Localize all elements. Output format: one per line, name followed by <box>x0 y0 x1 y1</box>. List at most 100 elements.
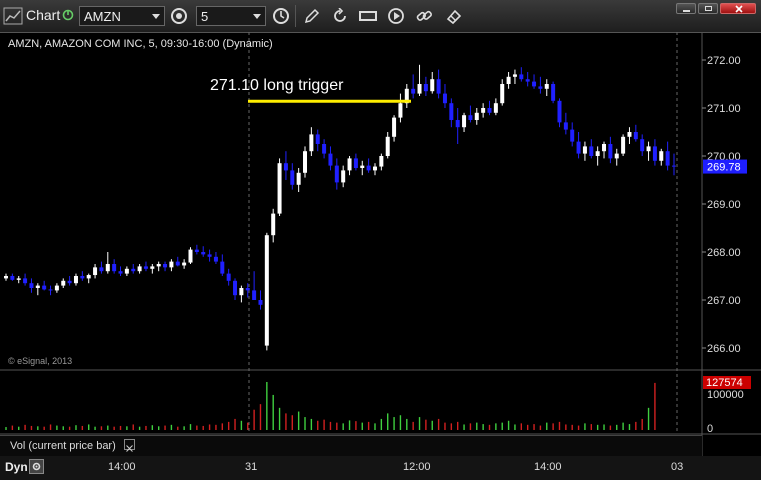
candle-body <box>296 172 301 185</box>
candle-body <box>430 79 435 92</box>
eraser-icon[interactable] <box>444 6 464 26</box>
candle-body <box>334 165 339 183</box>
price-axis-label: 271.00 <box>707 103 741 115</box>
link-chain-icon[interactable] <box>414 6 434 26</box>
candle-body <box>29 283 34 288</box>
interval-settings-icon[interactable] <box>169 6 189 26</box>
candle-body <box>455 120 460 128</box>
candle-body <box>392 117 397 137</box>
price-axis-label: 266.00 <box>707 343 741 355</box>
candle-body <box>156 264 161 267</box>
candle-body <box>188 249 193 263</box>
volume-axis: 127574 100000 0 <box>703 376 751 435</box>
candle-body <box>544 84 549 89</box>
chevron-down-icon[interactable] <box>152 14 160 19</box>
candle-body <box>627 132 632 137</box>
candle-body <box>201 252 206 255</box>
chart-toolbar: Chart AMZN 5 <box>0 0 761 33</box>
candle-body <box>309 134 314 152</box>
candle-body <box>532 81 537 87</box>
candle-body <box>341 170 346 183</box>
chevron-down-icon[interactable] <box>253 14 261 19</box>
volume-axis-label: 0 <box>707 423 713 435</box>
candle-body <box>290 170 295 185</box>
candle-body <box>652 146 657 161</box>
candle-body <box>322 144 327 154</box>
candle-body <box>640 139 645 152</box>
candle-body <box>67 280 72 284</box>
price-axis-labels: 272.00271.00270.00269.00268.00267.00266.… <box>702 55 741 355</box>
maximize-button[interactable] <box>698 3 718 14</box>
time-label: 14:00 <box>108 461 136 473</box>
window-title: Chart <box>26 7 61 23</box>
candle-body <box>665 151 670 166</box>
axis-settings-button[interactable] <box>29 459 44 474</box>
candle-body <box>48 289 53 291</box>
candle-body <box>487 108 492 113</box>
chart-window-icon <box>3 6 23 26</box>
close-icon <box>735 5 743 13</box>
candle-body <box>252 290 257 300</box>
candle-body <box>315 134 320 144</box>
candle-body <box>328 153 333 166</box>
interval-input[interactable]: 5 <box>196 6 266 26</box>
candle-body <box>194 249 199 252</box>
candle-body <box>86 275 91 279</box>
candle-body <box>245 288 250 291</box>
time-label: 14:00 <box>534 461 562 473</box>
toolbar-divider <box>295 5 296 27</box>
candle-body <box>61 280 66 286</box>
candle-body <box>372 166 377 171</box>
candle-body <box>303 151 308 173</box>
study-label-bar: Vol (current price bar) <box>0 435 702 456</box>
candle-body <box>423 84 428 92</box>
candle-body <box>633 132 638 140</box>
volume-axis-label: 100000 <box>707 389 744 401</box>
chart-header: AMZN, AMAZON COM INC, 5, 09:30-16:00 (Dy… <box>8 38 273 50</box>
dynamic-mode-label[interactable]: Dyn <box>5 460 28 474</box>
connection-status-icon <box>62 9 74 21</box>
play-replay-icon[interactable] <box>386 6 406 26</box>
candle-body <box>73 276 78 284</box>
refresh-icon[interactable] <box>330 6 350 26</box>
candle-body <box>595 151 600 156</box>
candle-body <box>621 136 626 154</box>
candle-body <box>42 285 47 290</box>
candles-group <box>4 64 676 351</box>
price-axis-label: 267.00 <box>707 295 741 307</box>
candle-body <box>659 151 664 161</box>
candle-body <box>398 103 403 118</box>
close-button[interactable] <box>720 3 756 14</box>
price-chart[interactable]: AMZN, AMAZON COM INC, 5, 09:30-16:00 (Dy… <box>0 32 761 466</box>
candle-body <box>449 103 454 120</box>
quote-board-icon[interactable] <box>358 6 378 26</box>
candle-body <box>582 146 587 154</box>
maximize-icon <box>705 6 712 11</box>
candle-body <box>570 129 575 142</box>
candle-body <box>360 165 365 168</box>
time-axis: Dyn 14:00 31 12:00 14:00 03 <box>0 456 761 480</box>
minimize-button[interactable] <box>676 3 696 14</box>
symbol-value: AMZN <box>84 8 121 24</box>
candle-body <box>175 261 180 266</box>
candle-body <box>563 122 568 130</box>
study-close-button[interactable] <box>124 439 135 452</box>
draw-pencil-icon[interactable] <box>302 6 322 26</box>
candle-body <box>118 271 123 274</box>
candle-body <box>481 108 486 113</box>
candle-body <box>608 144 613 159</box>
candle-body <box>169 261 174 268</box>
price-axis-label: 269.00 <box>707 199 741 211</box>
volume-bars-group <box>5 382 656 430</box>
candle-body <box>557 100 562 123</box>
candle-body <box>23 278 28 284</box>
time-template-icon[interactable] <box>271 6 291 26</box>
minimize-icon <box>683 10 690 12</box>
candle-body <box>500 84 505 104</box>
candle-body <box>506 76 511 84</box>
volume-study-label[interactable]: Vol (current price bar) <box>10 440 116 452</box>
symbol-input[interactable]: AMZN <box>79 6 165 26</box>
candle-body <box>80 276 85 279</box>
candle-body <box>131 268 136 272</box>
price-axis-label: 268.00 <box>707 247 741 259</box>
